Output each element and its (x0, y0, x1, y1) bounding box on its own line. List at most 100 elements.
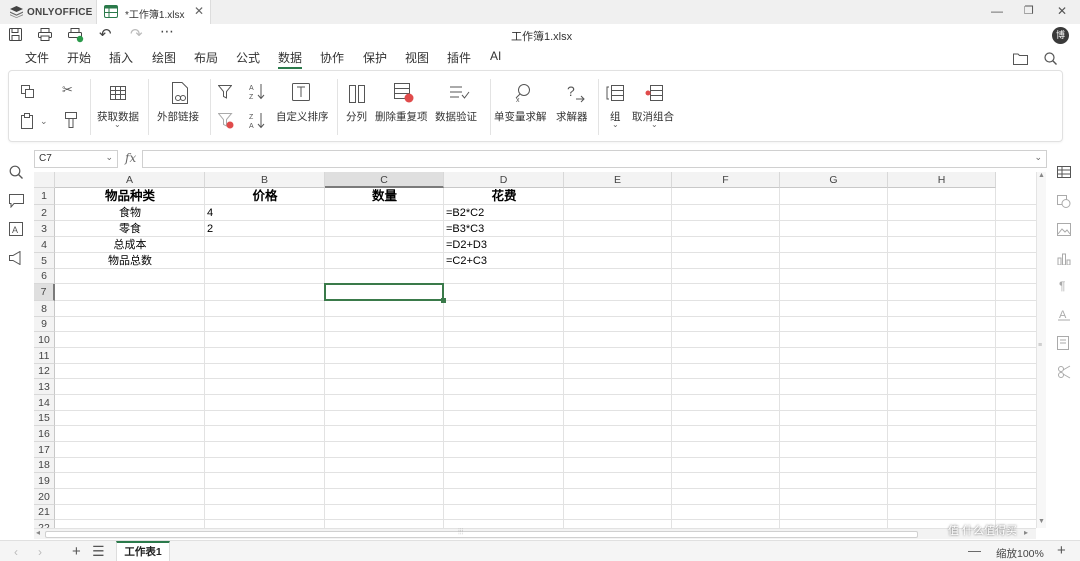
row-header-7[interactable]: 7 (34, 284, 55, 301)
sort-ascending-icon[interactable]: A Z (249, 83, 265, 100)
restore-icon[interactable]: ❐ (1024, 4, 1034, 17)
data-validation-button[interactable]: 数据验证 (433, 77, 485, 135)
search-icon[interactable] (1044, 52, 1057, 65)
tab-draw[interactable]: 绘图 (152, 49, 176, 66)
select-all-corner[interactable] (34, 172, 55, 188)
scroll-down-icon[interactable]: ▼ (1038, 518, 1045, 525)
sheet-tab[interactable]: 工作表1 (116, 541, 170, 561)
next-sheet-icon[interactable]: › (38, 545, 42, 559)
row-header-16[interactable]: 16 (34, 426, 55, 442)
text-to-columns-button[interactable]: 分列 (343, 77, 373, 135)
paste-dropdown-icon[interactable]: ⌄ (40, 116, 48, 127)
tab-file[interactable]: 文件 (25, 49, 49, 66)
format-painter-icon[interactable] (65, 112, 77, 128)
find-icon[interactable] (9, 165, 23, 179)
shape-settings-icon[interactable] (1057, 195, 1071, 208)
scroll-up-icon[interactable]: ▲ (1038, 172, 1045, 179)
cut-icon[interactable]: ✂ (62, 82, 73, 98)
active-cell-selection[interactable] (324, 283, 444, 301)
spellcheck-icon[interactable]: A (9, 222, 24, 237)
vertical-scrollbar[interactable]: ▲ ≡ ▼ (1036, 172, 1046, 528)
chart-settings-icon[interactable] (1057, 252, 1071, 265)
tab-protect[interactable]: 保护 (363, 49, 387, 66)
close-tab-icon[interactable]: ✕ (194, 4, 204, 18)
column-header-h[interactable]: H (888, 172, 996, 188)
row-header-9[interactable]: 9 (34, 317, 55, 332)
tab-collaborate[interactable]: 协作 (320, 49, 344, 66)
scroll-left-icon[interactable]: ◂ (36, 528, 40, 537)
signature-settings-icon[interactable] (1057, 336, 1071, 350)
row-header-18[interactable]: 18 (34, 458, 55, 473)
horizontal-scroll-thumb[interactable] (45, 531, 918, 538)
open-file-location-icon[interactable] (1013, 52, 1028, 65)
redo-icon[interactable]: ↷ (130, 25, 143, 43)
tab-formula[interactable]: 公式 (236, 49, 260, 66)
get-data-button[interactable]: 获取数据 ⌄ (95, 77, 143, 135)
quick-print-icon[interactable] (68, 28, 84, 43)
horizontal-scrollbar[interactable]: ◂ ⦙⦙⦙ ▸ (34, 527, 1036, 539)
cell-a1[interactable]: 物品种类 (57, 188, 203, 205)
name-box-dropdown-icon[interactable]: ⌄ (105, 152, 113, 163)
spreadsheet-grid[interactable]: A B C D E F G H 1 2 3 4 5 6 7 8 9 10 11 12 13 14 15 16 17 18 19 20 2… (34, 172, 1036, 528)
cell-a2[interactable]: 食物 (57, 205, 203, 221)
tab-home[interactable]: 开始 (67, 49, 91, 66)
clear-filter-icon[interactable] (218, 113, 234, 129)
image-settings-icon[interactable] (1057, 223, 1071, 236)
slicer-settings-icon[interactable] (1057, 365, 1071, 379)
tab-view[interactable]: 视图 (405, 49, 429, 66)
row-header-22[interactable]: 22 (34, 520, 55, 528)
document-tab[interactable]: *工作簿1.xlsx ✕ (96, 0, 211, 24)
row-header-4[interactable]: 4 (34, 237, 55, 253)
comments-icon[interactable] (9, 194, 24, 208)
paste-icon[interactable] (21, 113, 35, 129)
row-header-15[interactable]: 15 (34, 411, 55, 426)
row-header-2[interactable]: 2 (34, 205, 55, 221)
column-header-c[interactable]: C (325, 172, 444, 188)
tab-ai[interactable]: AI (490, 49, 501, 63)
column-header-a[interactable]: A (55, 172, 205, 188)
cell-settings-icon[interactable] (1057, 166, 1071, 178)
row-header-19[interactable]: 19 (34, 473, 55, 489)
group-button[interactable]: 组 ⌄ (601, 77, 629, 135)
custom-sort-button[interactable]: 自定义排序 (273, 77, 331, 135)
text-art-settings-icon[interactable]: A (1057, 307, 1071, 321)
filter-icon[interactable] (218, 85, 232, 99)
row-header-17[interactable]: 17 (34, 442, 55, 458)
onlyoffice-logo[interactable]: ONLYOFFICE (10, 5, 93, 19)
cell-a3[interactable]: 零食 (57, 221, 203, 237)
cell-a4[interactable]: 总成本 (57, 237, 203, 253)
cell-d2[interactable]: =B2*C2 (446, 205, 562, 221)
column-header-d[interactable]: D (444, 172, 564, 188)
cell-d3[interactable]: =B3*C3 (446, 221, 562, 237)
row-header-13[interactable]: 13 (34, 379, 55, 395)
column-header-b[interactable]: B (205, 172, 325, 188)
row-header-1[interactable]: 1 (34, 188, 55, 205)
close-window-icon[interactable]: ✕ (1057, 4, 1067, 18)
column-header-e[interactable]: E (564, 172, 672, 188)
goal-seek-button[interactable]: x 单变量求解 (494, 77, 552, 135)
zoom-in-icon[interactable]: + (1057, 542, 1066, 559)
cell-a5[interactable]: 物品总数 (57, 253, 203, 269)
cell-c1[interactable]: 数量 (327, 188, 442, 205)
zoom-level[interactable]: 缩放100% (996, 546, 1044, 561)
scroll-right-icon[interactable]: ▸ (1024, 528, 1028, 537)
solver-button[interactable]: ? 求解器 (554, 77, 594, 135)
user-avatar[interactable]: 博 (1052, 27, 1069, 44)
cell-b3[interactable]: 2 (207, 221, 323, 237)
row-header-10[interactable]: 10 (34, 332, 55, 348)
cell-b1[interactable]: 价格 (207, 188, 323, 205)
more-icon[interactable]: ⋯ (160, 23, 174, 40)
cell-b2[interactable]: 4 (207, 205, 323, 221)
save-icon[interactable] (9, 28, 22, 41)
fill-handle[interactable] (441, 298, 446, 303)
print-icon[interactable] (38, 28, 52, 41)
formula-input[interactable]: ⌄ (142, 150, 1047, 168)
undo-icon[interactable]: ↶ (99, 25, 112, 43)
tab-insert[interactable]: 插入 (109, 49, 133, 66)
row-header-3[interactable]: 3 (34, 221, 55, 237)
row-header-14[interactable]: 14 (34, 395, 55, 411)
external-links-button[interactable]: 外部链接 (155, 77, 205, 135)
feedback-icon[interactable] (9, 251, 24, 265)
row-header-21[interactable]: 21 (34, 505, 55, 520)
sheet-list-icon[interactable]: ☰ (92, 543, 105, 560)
